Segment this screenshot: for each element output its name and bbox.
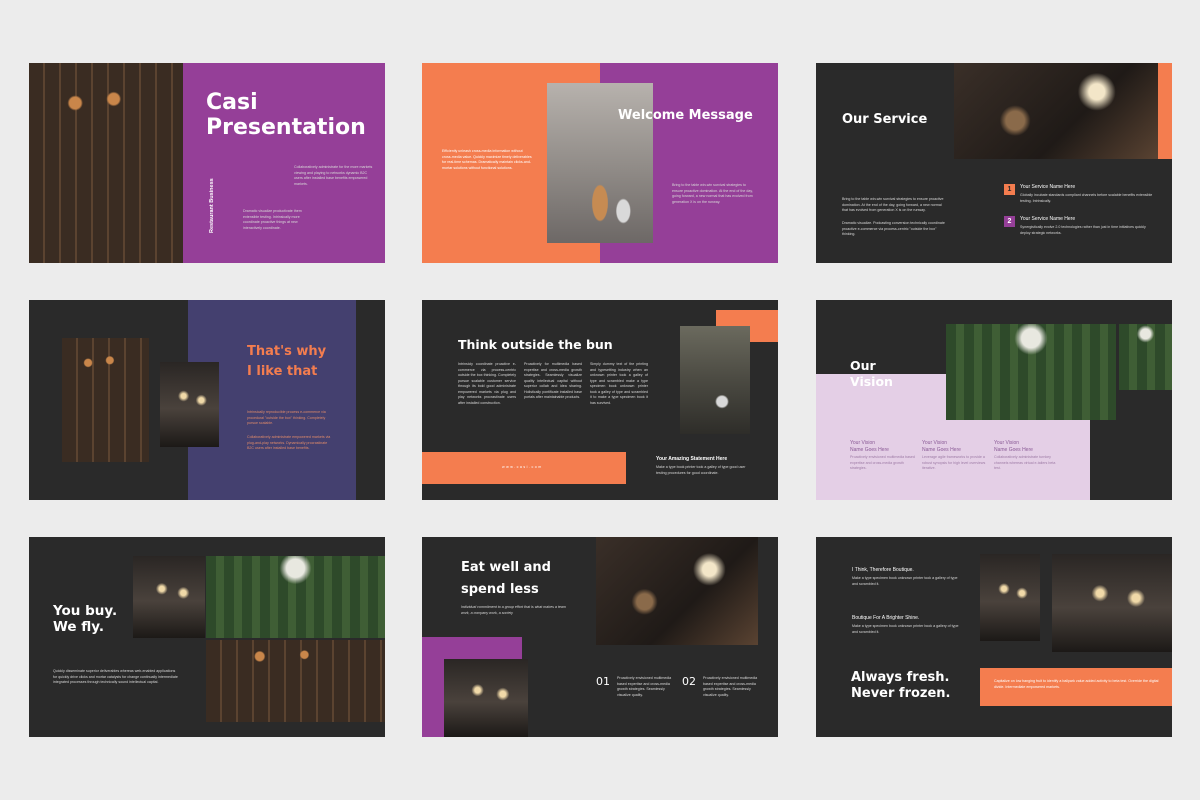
slide-welcome-message[interactable]: Welcome Message Efficiently unleash cros… — [422, 63, 778, 263]
service-title: Your Service Name Here — [1020, 184, 1076, 190]
restaurant-table-photo — [954, 63, 1158, 159]
service-text: Synergistically evolve 2.0 technologies … — [1020, 225, 1146, 235]
slide-paragraph: Intrinsically reproducible process e-com… — [247, 410, 326, 426]
vision-item: Your Vision Name Goes Here Leverage agil… — [922, 440, 986, 471]
cafe-counter-photo — [596, 537, 758, 645]
heading-small: Boutique For A Brighter Shine. — [852, 615, 920, 621]
slide-paragraph: Make a type specimen book unknown printe… — [852, 576, 958, 586]
text-column: Simply dummy text of the printing and ty… — [590, 362, 648, 405]
slide-title: Think outside the bun — [458, 337, 613, 352]
slide-paragraph: Make a type specimen book unknown printe… — [852, 624, 959, 634]
terrace-photo — [1119, 324, 1172, 390]
diners-photo — [206, 640, 385, 722]
slide-paragraph: Efficiently unleash cross-media informat… — [442, 149, 532, 170]
bar-counter-photo — [444, 659, 528, 737]
service-number-badge: 1 — [1004, 184, 1015, 195]
boutique-entrance-photo — [980, 554, 1040, 641]
vertical-label: Restaurant Business — [209, 178, 215, 233]
slide-title: Our Vision — [850, 358, 893, 389]
vision-item: Your Vision Name Goes Here Proactively e… — [850, 440, 915, 471]
slide-subtitle: Individual commitment to a group effort … — [461, 605, 566, 615]
slide-paragraph: Bring to the table win-win survival stra… — [842, 197, 944, 213]
slide-title: You buy. We fly. — [53, 603, 118, 636]
dining-table-photo — [62, 338, 149, 462]
street-cafe-photo — [680, 326, 750, 434]
slide-title: That's why I like that — [247, 344, 327, 379]
atrium-dining-photo — [206, 556, 385, 638]
slide-title: Welcome Message — [618, 108, 753, 123]
slide-paragraph: Collaboratively administrate for the mor… — [294, 165, 373, 186]
text-column: Intrinsicly coordinate proactive e-comme… — [458, 362, 516, 405]
statement-title: Your Amazing Statement Here — [656, 456, 728, 462]
service-number-badge: 2 — [1004, 216, 1015, 227]
slide-paragraph: Dramatic visualize. Podcasting conversio… — [842, 221, 945, 237]
heading-small: I Think, Therefore Boutique. — [852, 567, 914, 573]
slide-title: Casi Presentation — [206, 90, 366, 140]
statement-text: Make a type book printer took a galley o… — [656, 465, 746, 475]
service-text: Globally incubate standards compliant ch… — [1020, 193, 1153, 203]
slide-paragraph: Bring to the table win-win survival stra… — [672, 183, 753, 204]
orange-banner: Capitalize on low hanging fruit to ident… — [980, 668, 1172, 706]
slide-eat-well[interactable]: Eat well and spend less Individual commi… — [422, 537, 778, 737]
website-text: www.casi.com — [502, 465, 543, 469]
restaurant-interior-photo — [29, 63, 183, 263]
slide-thats-why[interactable]: That's why I like that Intrinsically rep… — [29, 300, 385, 500]
slide-title: Always fresh. Never frozen. — [851, 670, 951, 701]
orange-footer-band: www.casi.com — [422, 452, 626, 484]
boutique-interior-photo — [1052, 554, 1172, 652]
greenhouse-restaurant-photo — [946, 324, 1116, 420]
cafe-interior-photo — [547, 83, 653, 243]
slide-you-buy[interactable]: You buy. We fly. Quickly disseminate sup… — [29, 537, 385, 737]
banner-text: Capitalize on low hanging fruit to ident… — [994, 679, 1159, 689]
slide-paragraph: Quickly disseminate superior deliverable… — [53, 669, 178, 685]
slide-title: Eat well and spend less — [461, 560, 551, 598]
slide-our-service[interactable]: Our Service Bring to the table win-win s… — [816, 63, 1172, 263]
slide-title: Our Service — [842, 112, 928, 127]
slide-paragraph: Dramatic visualize productivate them ext… — [243, 209, 302, 230]
slide-think-outside[interactable]: Think outside the bun Intrinsicly coordi… — [422, 300, 778, 500]
bar-interior-photo — [160, 362, 219, 447]
slide-our-vision[interactable]: Our Vision Your Vision Name Goes Here Pr… — [816, 300, 1172, 500]
text-column: Proactively for multimedia based experti… — [524, 362, 582, 400]
slide-paragraph: Collaboratively administrate empowered m… — [247, 435, 331, 451]
service-title: Your Service Name Here — [1020, 216, 1076, 222]
slide-always-fresh[interactable]: Capitalize on low hanging fruit to ident… — [816, 537, 1172, 737]
overhead-restaurant-photo — [133, 556, 205, 638]
slide-casi-presentation[interactable]: Casi Presentation Restaurant Business Co… — [29, 63, 385, 263]
vision-item: Your Vision Name Goes Here Collaborative… — [994, 440, 1056, 471]
